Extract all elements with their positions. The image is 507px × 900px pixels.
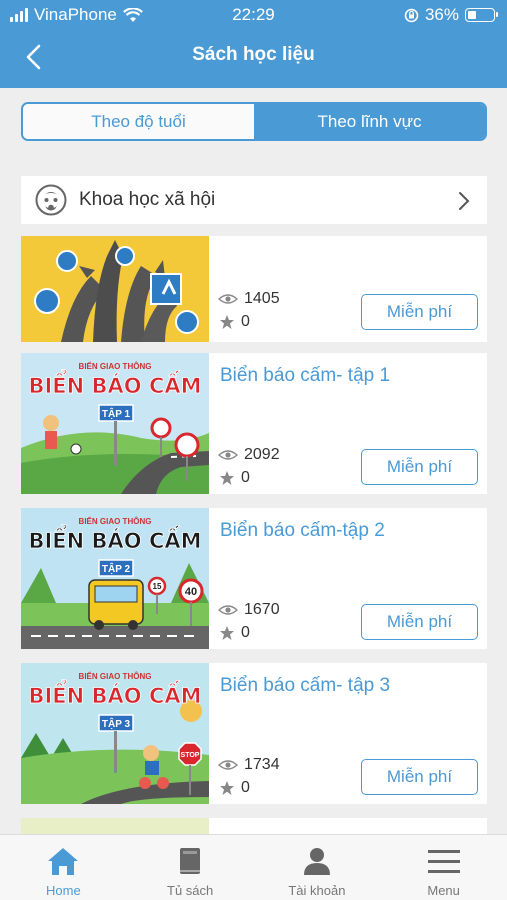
eye-icon: [218, 294, 238, 304]
home-icon: [48, 848, 79, 875]
view-count: 2092: [218, 446, 280, 464]
rating: 0: [219, 779, 250, 797]
tab-menu[interactable]: Menu: [380, 835, 507, 900]
category-avatar-icon: [35, 184, 67, 216]
free-button[interactable]: Miễn phí: [361, 449, 478, 485]
chevron-right-icon: [459, 192, 470, 210]
menu-icon: [427, 850, 460, 873]
road-signs-cover: [21, 236, 209, 342]
bottom-tab-bar: Home Tủ sách Tài khoản Menu: [0, 834, 507, 900]
cover-volume: TẬP 3: [102, 717, 131, 730]
rating: 0: [219, 469, 250, 487]
tab-bookshelf[interactable]: Tủ sách: [127, 835, 254, 900]
cover-sign-15: 15: [153, 582, 162, 591]
cover-kicker: BIỂN GIAO THÔNG: [79, 517, 152, 526]
view-count-value: 1734: [244, 756, 280, 773]
book-card[interactable]: BIỂN GIAO THÔNG BIỂN BÁO CẤM TẬP 1 Biển …: [21, 353, 487, 494]
cover-volume: TẬP 1: [102, 407, 131, 420]
rating-value: 0: [241, 624, 250, 641]
cover-kicker: BIỂN GIAO THÔNG: [79, 672, 152, 681]
star-icon: [220, 626, 234, 640]
cover-heading: BIỂN BÁO CẤM: [28, 525, 201, 553]
rating-value: 0: [241, 469, 250, 486]
view-count: 1670: [218, 601, 280, 619]
free-button[interactable]: Miễn phí: [361, 604, 478, 640]
rating-value: 0: [241, 779, 250, 796]
book-card[interactable]: 1405 0 Miễn phí: [21, 236, 487, 342]
tab-by-field[interactable]: Theo lĩnh vực: [254, 104, 485, 139]
book-title[interactable]: Biển báo cấm- tập 1: [220, 365, 390, 387]
book-icon: [180, 848, 201, 874]
cover-volume: TẬP 2: [102, 562, 131, 575]
book-cover-image: BIỂN GIAO THÔNG BIỂN BÁO CẤM TẬP 1: [21, 353, 209, 494]
book-cover-image: BIỂN GIAO THÔNG BIỂN BÁO CẤM TẬP 3 STOP: [21, 663, 209, 804]
battery-icon: [465, 8, 498, 22]
eye-icon: [218, 760, 238, 770]
rating: 0: [219, 313, 250, 331]
free-button[interactable]: Miễn phí: [361, 294, 478, 330]
eye-icon: [218, 605, 238, 615]
book-title[interactable]: Biển báo cấm- tập 3: [220, 675, 390, 697]
view-count: 1734: [218, 756, 280, 774]
tab-home-label: Home: [46, 883, 81, 898]
cover-sign-40: 40: [185, 586, 197, 598]
cover-heading: BIỂN BÁO CẤM: [28, 370, 201, 398]
battery-fill: [468, 11, 476, 19]
book-card[interactable]: BIỂN GIAO THÔNG BIỂN BÁO CẤM TẬP 2 15 40…: [21, 508, 487, 649]
orientation-lock-icon: [404, 8, 419, 22]
tab-account-label: Tài khoản: [288, 883, 346, 898]
user-icon: [303, 848, 330, 875]
eye-icon: [218, 450, 238, 460]
category-label: Khoa học xã hội: [79, 189, 216, 210]
app-header: VinaPhone 22:29 36% Sách học liệu: [0, 0, 507, 88]
book-card[interactable]: BIỂN GIAO THÔNG BIỂN BÁO CẤM TẬP 3 STOP …: [21, 663, 487, 804]
book-cover-image: [21, 236, 209, 342]
view-count-value: 1405: [244, 290, 280, 307]
free-button[interactable]: Miễn phí: [361, 759, 478, 795]
page-title: Sách học liệu: [192, 44, 315, 65]
star-icon: [220, 315, 234, 329]
book-cover-image: BIỂN GIAO THÔNG BIỂN BÁO CẤM TẬP 2 15 40: [21, 508, 209, 649]
view-count-value: 1670: [244, 601, 280, 618]
tab-by-age[interactable]: Theo độ tuổi: [23, 104, 254, 139]
star-icon: [220, 471, 234, 485]
category-row[interactable]: Khoa học xã hội: [21, 176, 487, 224]
book-title[interactable]: Biển báo cấm-tập 2: [220, 520, 385, 542]
status-bar: VinaPhone 22:29 36%: [0, 0, 507, 30]
tab-bookshelf-label: Tủ sách: [167, 883, 214, 898]
rating-value: 0: [241, 313, 250, 330]
tab-menu-label: Menu: [427, 883, 460, 898]
battery-percent: 36%: [424, 5, 459, 24]
filter-segmented-control: Theo độ tuổi Theo lĩnh vực: [21, 102, 487, 141]
rating: 0: [219, 624, 250, 642]
tab-home[interactable]: Home: [0, 835, 127, 900]
cover-heading: BIỂN BÁO CẤM: [28, 680, 201, 708]
star-icon: [220, 781, 234, 795]
cover-stop-sign: STOP: [181, 752, 200, 759]
view-count-value: 2092: [244, 446, 280, 463]
tab-account[interactable]: Tài khoản: [254, 835, 381, 900]
view-count: 1405: [218, 290, 280, 308]
cover-kicker: BIỂN GIAO THÔNG: [79, 362, 152, 371]
